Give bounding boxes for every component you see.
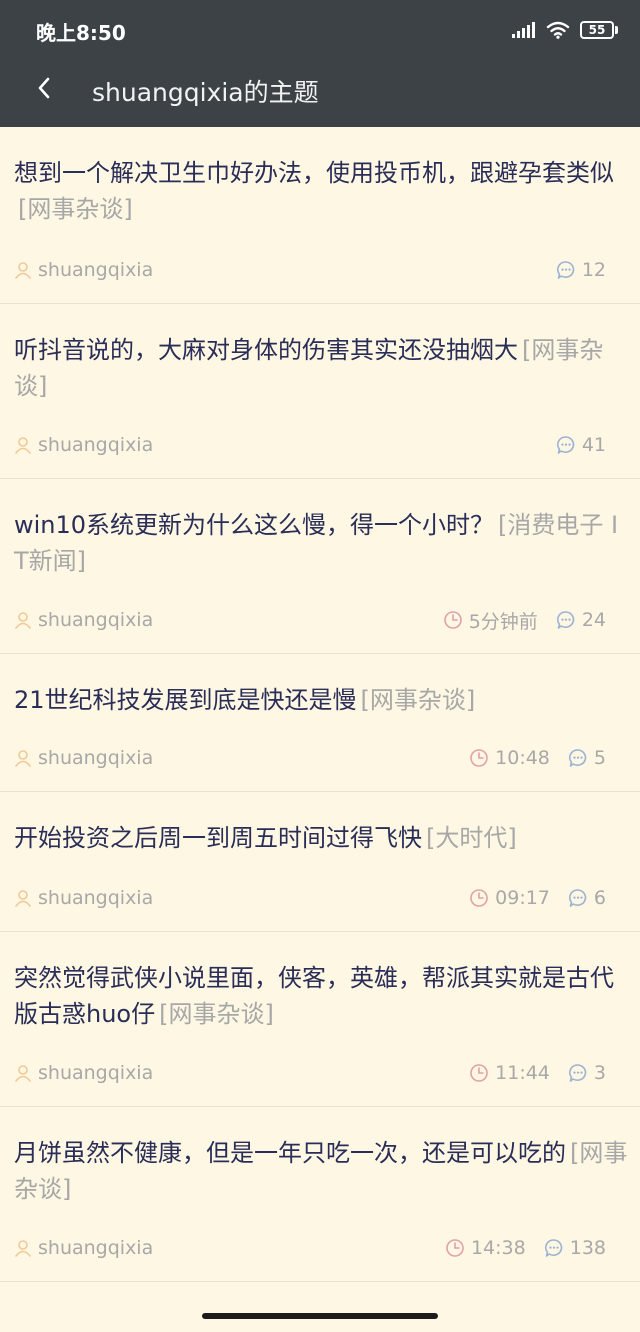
topic-time: 14:38 — [470, 1237, 526, 1259]
topic-item[interactable]: win10系统更新为什么这么慢，得一个小时？ [消费电子 IT新闻] shuang… — [0, 479, 640, 654]
topic-item[interactable]: 21世纪科技发展到底是快还是慢 [网事杂谈] shuangqixia 10:48… — [0, 654, 640, 792]
topic-title-line: 月饼虽然不健康，但是一年只吃一次，还是可以吃的 [网事杂谈] — [14, 1135, 628, 1207]
user-icon — [14, 436, 32, 454]
page-title: shuangqixia的主题 — [92, 78, 319, 107]
topic-category[interactable]: [网事杂谈] — [18, 195, 133, 223]
topic-meta: shuangqixia 41 — [14, 430, 606, 460]
topic-stats: 10:48 5 — [469, 747, 606, 769]
topic-meta: shuangqixia 10:48 5 — [14, 743, 606, 773]
topic-title: 突然觉得武侠小说里面，侠客，英雄，帮派其实就是古代版古惑huo仔 — [14, 964, 614, 1028]
topic-item[interactable]: 想到一个解决卫生巾好办法，使用投币机，跟避孕套类似 [网事杂谈] shuangqi… — [0, 127, 640, 304]
topic-stats: 09:17 6 — [469, 887, 606, 909]
author-name: shuangqixia — [38, 609, 154, 631]
topic-category[interactable]: [网事杂谈] — [159, 1000, 274, 1028]
user-icon — [14, 1064, 32, 1082]
topic-title: 月饼虽然不健康，但是一年只吃一次，还是可以吃的 — [14, 1139, 566, 1167]
topic-title: 听抖音说的，大麻对身体的伤害其实还没抽烟大 — [14, 336, 518, 364]
comment-count: 41 — [581, 434, 606, 456]
author-name: shuangqixia — [38, 1062, 154, 1084]
comment-count: 6 — [593, 887, 606, 909]
comment-count: 3 — [593, 1062, 606, 1084]
app-header: 晚上8:50 55 shuangqixia的主题 — [0, 0, 640, 127]
topic-author[interactable]: shuangqixia — [14, 434, 153, 456]
topic-meta: shuangqixia 14:38 138 — [14, 1233, 606, 1263]
comment-icon — [544, 1238, 564, 1258]
topic-stats: 41 — [556, 434, 606, 456]
status-icons: 55 — [512, 18, 618, 42]
topic-title-line: 想到一个解决卫生巾好办法，使用投币机，跟避孕套类似 [网事杂谈] — [14, 155, 628, 227]
signal-icon — [512, 22, 536, 38]
topic-author[interactable]: shuangqixia — [14, 1062, 153, 1084]
topic-item[interactable]: 月饼虽然不健康，但是一年只吃一次，还是可以吃的 [网事杂谈] shuangqixi… — [0, 1107, 640, 1282]
topic-title: 21世纪科技发展到底是快还是慢 — [14, 686, 357, 714]
topic-meta: shuangqixia 12 — [14, 255, 606, 285]
topic-title: win10系统更新为什么这么慢，得一个小时？ — [14, 511, 495, 539]
battery-icon: 55 — [580, 21, 618, 39]
comment-icon — [568, 888, 588, 908]
topic-item[interactable]: 突然觉得武侠小说里面，侠客，英雄，帮派其实就是古代版古惑huo仔 [网事杂谈] s… — [0, 932, 640, 1107]
topic-title: 想到一个解决卫生巾好办法，使用投币机，跟避孕套类似 — [14, 159, 614, 187]
clock-icon — [469, 1063, 489, 1083]
user-icon — [14, 749, 32, 767]
topic-author[interactable]: shuangqixia — [14, 609, 153, 631]
nav-bar: shuangqixia的主题 — [0, 60, 640, 127]
comment-count: 5 — [593, 747, 606, 769]
topic-time: 09:17 — [495, 887, 550, 909]
status-bar: 晚上8:50 55 — [0, 0, 640, 60]
topic-meta: shuangqixia 09:17 6 — [14, 883, 606, 913]
topic-title-line: 突然觉得武侠小说里面，侠客，英雄，帮派其实就是古代版古惑huo仔 [网事杂谈] — [14, 960, 628, 1032]
author-name: shuangqixia — [38, 747, 154, 769]
topic-category[interactable]: [网事杂谈] — [361, 686, 476, 714]
comment-icon — [568, 1063, 588, 1083]
comment-icon — [556, 435, 576, 455]
topic-stats: 11:44 3 — [469, 1062, 606, 1084]
topic-author[interactable]: shuangqixia — [14, 259, 153, 281]
topic-title-line: 21世纪科技发展到底是快还是慢 [网事杂谈] — [14, 682, 628, 718]
topic-stats: 14:38 138 — [445, 1237, 606, 1259]
topic-list: 想到一个解决卫生巾好办法，使用投币机，跟避孕套类似 [网事杂谈] shuangqi… — [0, 127, 640, 1282]
topic-author[interactable]: shuangqixia — [14, 887, 153, 909]
author-name: shuangqixia — [38, 1237, 154, 1259]
topic-author[interactable]: shuangqixia — [14, 1237, 153, 1259]
topic-time: 11:44 — [495, 1062, 550, 1084]
wifi-icon — [546, 21, 570, 39]
topic-category[interactable]: [大时代] — [426, 824, 517, 852]
topic-time: 10:48 — [495, 747, 550, 769]
clock-icon — [445, 1238, 465, 1258]
user-icon — [14, 261, 32, 279]
user-icon — [14, 611, 32, 629]
clock-icon — [443, 610, 463, 630]
topic-title: 开始投资之后周一到周五时间过得飞快 — [14, 824, 422, 852]
topic-author[interactable]: shuangqixia — [14, 747, 153, 769]
author-name: shuangqixia — [38, 259, 154, 281]
chevron-left-icon — [37, 77, 51, 99]
topic-title-line: 听抖音说的，大麻对身体的伤害其实还没抽烟大 [网事杂谈] — [14, 332, 628, 404]
comment-count: 12 — [581, 259, 606, 281]
back-button[interactable] — [22, 66, 66, 110]
user-icon — [14, 889, 32, 907]
clock-icon — [469, 748, 489, 768]
topic-title-line: win10系统更新为什么这么慢，得一个小时？ [消费电子 IT新闻] — [14, 507, 628, 579]
home-indicator[interactable] — [202, 1313, 438, 1319]
topic-meta: shuangqixia 11:44 3 — [14, 1058, 606, 1088]
status-time: 晚上8:50 — [36, 21, 126, 45]
clock-icon — [469, 888, 489, 908]
topic-time: 5分钟前 — [468, 610, 538, 633]
user-icon — [14, 1239, 32, 1257]
comment-icon — [568, 748, 588, 768]
comment-count: 138 — [569, 1237, 606, 1259]
topic-title-line: 开始投资之后周一到周五时间过得飞快 [大时代] — [14, 820, 628, 856]
topic-stats: 5分钟前 24 — [443, 607, 606, 634]
topic-stats: 12 — [556, 259, 606, 281]
topic-item[interactable]: 开始投资之后周一到周五时间过得飞快 [大时代] shuangqixia 09:1… — [0, 792, 640, 932]
comment-icon — [556, 260, 576, 280]
comment-icon — [556, 610, 576, 630]
topic-item[interactable]: 听抖音说的，大麻对身体的伤害其实还没抽烟大[网事杂谈] shuangqixia — [0, 304, 640, 479]
author-name: shuangqixia — [38, 434, 154, 456]
comment-count: 24 — [581, 609, 606, 631]
topic-meta: shuangqixia 5分钟前 24 — [14, 605, 606, 635]
battery-level: 55 — [580, 21, 614, 39]
author-name: shuangqixia — [38, 887, 154, 909]
